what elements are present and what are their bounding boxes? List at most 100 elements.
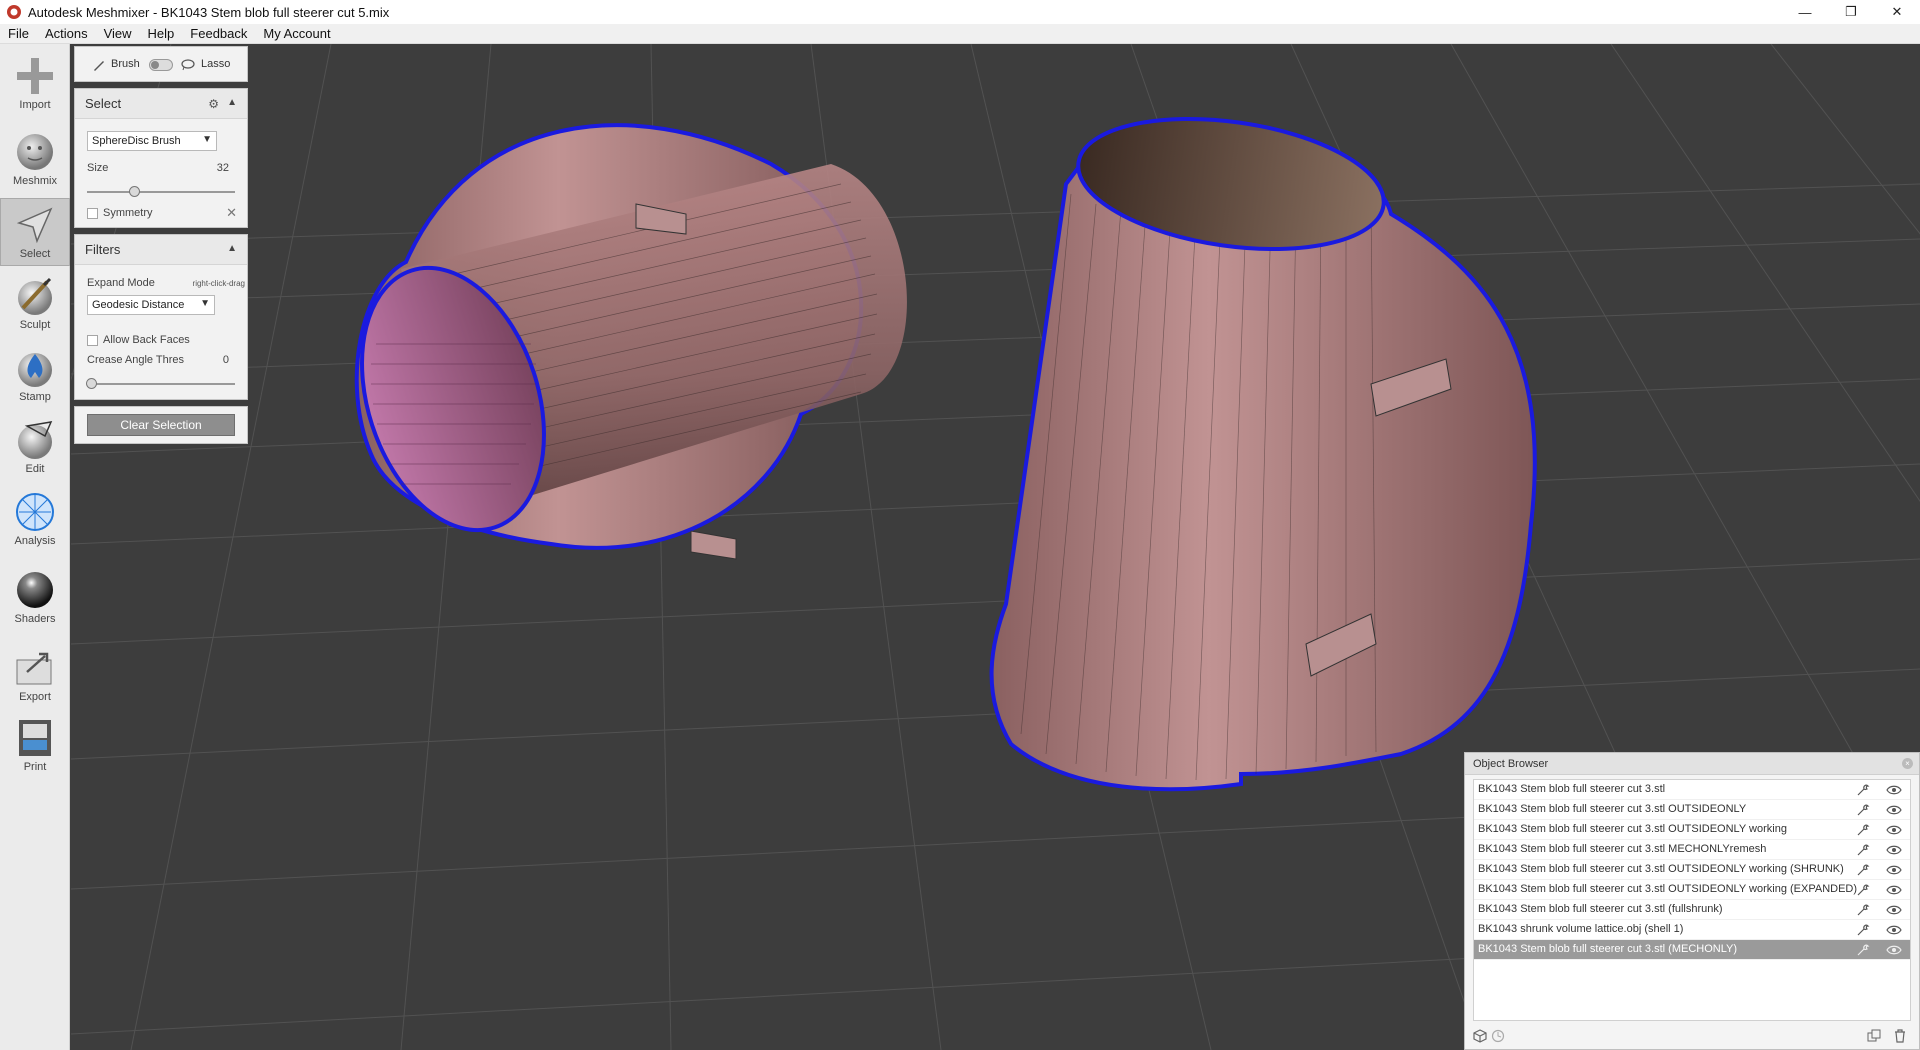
filters-panel: Filters ▲ Expand Mode right-click-drag G… bbox=[74, 234, 248, 400]
symmetry-settings-icon[interactable]: ✕ bbox=[226, 205, 237, 221]
mesh-left-tube[interactable] bbox=[330, 123, 907, 560]
mesh-right-stem[interactable] bbox=[989, 101, 1537, 792]
tool-select[interactable]: Select bbox=[0, 198, 70, 266]
edit-icon bbox=[18, 421, 53, 459]
mode-toggle-switch[interactable] bbox=[149, 59, 173, 71]
tool-shaders[interactable]: Shaders bbox=[0, 564, 70, 632]
allow-back-faces-checkbox[interactable] bbox=[87, 335, 98, 346]
window-title: Autodesk Meshmixer - BK1043 Stem blob fu… bbox=[28, 4, 390, 20]
menu-actions[interactable]: Actions bbox=[37, 24, 96, 44]
symmetry-label: Symmetry bbox=[103, 207, 153, 219]
tool-meshmix[interactable]: Meshmix bbox=[0, 126, 70, 194]
tool-analysis[interactable]: Analysis bbox=[0, 486, 70, 554]
meshmixer-logo-icon bbox=[7, 5, 21, 19]
visibility-eye-icon[interactable] bbox=[1886, 884, 1902, 896]
select-panel: Select ⚙ ▲ SphereDisc Brush ▼ Size 32 Sy… bbox=[74, 88, 248, 228]
menu-my-account[interactable]: My Account bbox=[255, 24, 338, 44]
crease-angle-label: Crease Angle Thres bbox=[87, 354, 185, 366]
menu-help[interactable]: Help bbox=[140, 24, 183, 44]
menu-file[interactable]: File bbox=[0, 24, 37, 44]
object-browser: Object Browser × BK1043 Stem blob full s… bbox=[1464, 752, 1920, 1050]
collapse-arrow-icon[interactable]: ▲ bbox=[227, 243, 237, 254]
tool-stamp[interactable]: Stamp bbox=[0, 342, 70, 410]
stamp-icon bbox=[18, 353, 52, 387]
trash-icon[interactable] bbox=[1893, 1029, 1907, 1043]
visibility-eye-icon[interactable] bbox=[1886, 784, 1902, 796]
object-row[interactable]: BK1043 Stem blob full steerer cut 3.stl … bbox=[1474, 900, 1910, 920]
tool-label: Stamp bbox=[19, 391, 51, 403]
visibility-eye-icon[interactable] bbox=[1886, 924, 1902, 936]
meshmixer-window: Autodesk Meshmixer - BK1043 Stem blob fu… bbox=[0, 0, 1920, 1050]
visibility-eye-icon[interactable] bbox=[1886, 944, 1902, 956]
object-name: BK1043 Stem blob full steerer cut 3.stl … bbox=[1478, 843, 1767, 855]
visibility-eye-icon[interactable] bbox=[1886, 904, 1902, 916]
maximize-button[interactable]: ❐ bbox=[1828, 0, 1874, 24]
object-tool-icon[interactable] bbox=[1856, 783, 1870, 797]
import-icon bbox=[17, 58, 53, 94]
close-icon[interactable]: × bbox=[1902, 758, 1913, 769]
visibility-eye-icon[interactable] bbox=[1886, 844, 1902, 856]
object-row[interactable]: BK1043 Stem blob full steerer cut 3.stl … bbox=[1474, 880, 1910, 900]
tool-import[interactable]: Import bbox=[0, 50, 70, 118]
symmetry-checkbox[interactable] bbox=[87, 208, 98, 219]
visibility-eye-icon[interactable] bbox=[1886, 864, 1902, 876]
brush-type-dropdown[interactable]: SphereDisc Brush ▼ bbox=[87, 131, 217, 151]
tool-export[interactable]: Export bbox=[0, 642, 70, 710]
menu-view[interactable]: View bbox=[96, 24, 140, 44]
object-row[interactable]: BK1043 shrunk volume lattice.obj (shell … bbox=[1474, 920, 1910, 940]
crease-angle-slider-thumb[interactable] bbox=[86, 378, 97, 389]
allow-back-faces-label: Allow Back Faces bbox=[103, 334, 190, 346]
select-panel-header[interactable]: Select ⚙ ▲ bbox=[75, 89, 247, 119]
object-name: BK1043 Stem blob full steerer cut 3.stl … bbox=[1478, 903, 1723, 915]
filters-panel-title: Filters bbox=[85, 242, 121, 257]
tool-label: Sculpt bbox=[19, 319, 51, 331]
object-tool-icon[interactable] bbox=[1856, 883, 1870, 897]
tool-label: Meshmix bbox=[12, 175, 57, 187]
object-row[interactable]: BK1043 Stem blob full steerer cut 3.stl … bbox=[1474, 840, 1910, 860]
object-name: BK1043 Stem blob full steerer cut 3.stl … bbox=[1478, 943, 1738, 955]
collapse-arrow-icon[interactable]: ▲ bbox=[227, 97, 237, 108]
minimize-button[interactable]: — bbox=[1782, 0, 1828, 24]
visibility-eye-icon[interactable] bbox=[1886, 804, 1902, 816]
lasso-icon bbox=[181, 59, 195, 71]
tool-sculpt[interactable]: Sculpt bbox=[0, 270, 70, 338]
lasso-mode-label[interactable]: Lasso bbox=[201, 58, 230, 70]
object-tool-icon[interactable] bbox=[1856, 903, 1870, 917]
object-row[interactable]: BK1043 Stem blob full steerer cut 3.stl … bbox=[1474, 800, 1910, 820]
expand-mode-hint: right-click-drag bbox=[192, 279, 245, 288]
expand-mode-dropdown[interactable]: Geodesic Distance ▼ bbox=[87, 295, 215, 315]
tool-edit[interactable]: Edit bbox=[0, 414, 70, 482]
close-button[interactable]: ✕ bbox=[1874, 0, 1920, 24]
crease-angle-slider-track[interactable] bbox=[87, 383, 235, 385]
selection-mode-panel: Brush Lasso bbox=[74, 46, 248, 82]
cube-icon[interactable] bbox=[1473, 1029, 1487, 1043]
object-tool-icon[interactable] bbox=[1856, 943, 1870, 957]
filters-panel-header[interactable]: Filters ▲ bbox=[75, 235, 247, 265]
object-row[interactable]: BK1043 Stem blob full steerer cut 3.stl … bbox=[1474, 820, 1910, 840]
gear-icon[interactable]: ⚙ bbox=[208, 97, 219, 111]
object-row[interactable]: BK1043 Stem blob full steerer cut 3.stl … bbox=[1474, 940, 1910, 960]
tool-print[interactable]: Print bbox=[0, 712, 70, 780]
object-tool-icon[interactable] bbox=[1856, 923, 1870, 937]
visibility-eye-icon[interactable] bbox=[1886, 824, 1902, 836]
object-tool-icon[interactable] bbox=[1856, 863, 1870, 877]
size-slider-track[interactable] bbox=[87, 191, 235, 193]
brush-mode-label[interactable]: Brush bbox=[111, 58, 140, 70]
object-tool-icon[interactable] bbox=[1856, 803, 1870, 817]
size-label: Size bbox=[87, 162, 109, 174]
shaders-icon bbox=[17, 572, 53, 608]
select-panel-title: Select bbox=[85, 96, 122, 111]
menu-feedback[interactable]: Feedback bbox=[182, 24, 255, 44]
meshmix-icon bbox=[17, 134, 53, 170]
export-icon bbox=[16, 652, 52, 685]
object-name: BK1043 Stem blob full steerer cut 3.stl … bbox=[1478, 823, 1787, 835]
size-slider-thumb[interactable] bbox=[129, 186, 141, 197]
object-row[interactable]: BK1043 Stem blob full steerer cut 3.stl bbox=[1474, 780, 1910, 800]
object-tool-icon[interactable] bbox=[1856, 843, 1870, 857]
main-toolbar: Import Meshmix Select Sculpt Stamp Edit … bbox=[0, 44, 70, 1050]
duplicate-icon[interactable] bbox=[1867, 1029, 1881, 1043]
object-row[interactable]: BK1043 Stem blob full steerer cut 3.stl … bbox=[1474, 860, 1910, 880]
clock-icon[interactable] bbox=[1491, 1029, 1505, 1043]
clear-selection-button[interactable]: Clear Selection bbox=[87, 414, 235, 436]
object-tool-icon[interactable] bbox=[1856, 823, 1870, 837]
